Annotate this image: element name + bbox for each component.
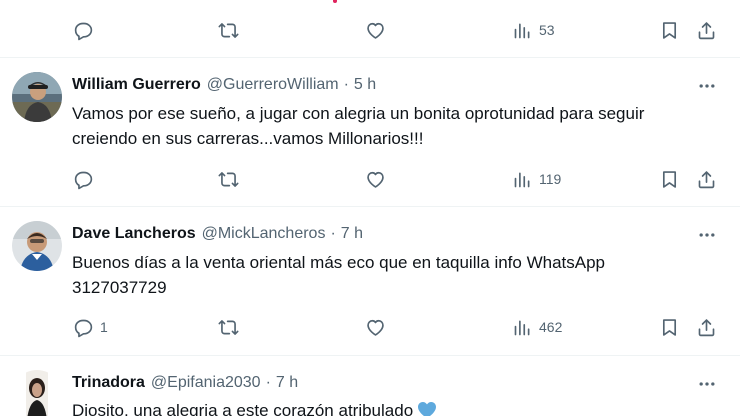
tweet-text-line: Buenos días a la venta oriental más eco … [72, 253, 606, 272]
tweet-text-line: Vamos por ese sueño, a jugar con alegria… [72, 104, 645, 123]
reply-icon [74, 22, 93, 40]
bookmark-icon [662, 21, 677, 39]
avatar[interactable] [12, 221, 62, 271]
share-icon [698, 170, 715, 188]
action-bar-top: 53 [0, 16, 740, 44]
views-count: 462 [539, 319, 563, 335]
views-icon [514, 320, 530, 335]
views-icon [514, 172, 530, 187]
tweet-text-line: 3127037729 [72, 278, 167, 297]
share-button[interactable] [696, 313, 717, 341]
action-bar: 1 462 [0, 313, 740, 341]
display-name[interactable]: Dave Lancheros [72, 225, 196, 243]
repost-button[interactable] [218, 313, 245, 341]
action-bar: 119 [0, 165, 740, 193]
reply-button[interactable] [73, 165, 100, 193]
reply-button[interactable] [73, 16, 100, 44]
tweet-header: Trinadora @Epifania2030 · 7 h [72, 372, 298, 394]
tweet-text-line: creiendo en sus carreras...vamos Millona… [72, 129, 424, 148]
user-handle[interactable]: @Epifania2030 [151, 374, 261, 392]
more-icon [699, 382, 715, 386]
repost-icon [218, 22, 239, 38]
reply-count: 1 [100, 319, 108, 335]
reply-icon [74, 171, 93, 189]
tweet-dave-lancheros[interactable]: Dave Lancheros @MickLancheros · 7 h Buen… [0, 207, 740, 355]
tweet-text: Buenos días a la venta oriental más eco … [72, 250, 732, 300]
bookmark-icon [662, 170, 677, 188]
timestamp[interactable]: 7 h [341, 225, 363, 243]
separator-dot: · [343, 76, 349, 93]
more-options-button[interactable] [694, 75, 720, 97]
timestamp[interactable]: 5 h [354, 76, 376, 94]
repost-button[interactable] [218, 165, 245, 193]
views-count: 119 [539, 171, 562, 187]
bookmark-icon [662, 318, 677, 336]
timestamp[interactable]: 7 h [276, 374, 298, 392]
share-icon [698, 318, 715, 336]
share-button[interactable] [696, 165, 717, 193]
views-icon [514, 23, 530, 38]
user-handle[interactable]: @MickLancheros [202, 225, 326, 243]
share-button[interactable] [696, 16, 717, 44]
separator-dot: · [330, 225, 336, 242]
views-button[interactable]: 119 [512, 165, 561, 193]
heart-icon [367, 22, 384, 39]
tweet-william-guerrero[interactable]: William Guerrero @GuerreroWilliam · 5 h … [0, 58, 740, 206]
reply-button[interactable]: 1 [73, 313, 108, 341]
tweet-trinadora[interactable]: Trinadora @Epifania2030 · 7 h Diosito, u… [0, 356, 740, 416]
bookmark-button[interactable] [659, 313, 680, 341]
like-button[interactable] [365, 165, 392, 193]
reply-icon [74, 319, 93, 337]
tweet-text: Diosito, una alegria a este corazón atri… [72, 398, 732, 416]
heart-icon [367, 171, 384, 188]
like-button[interactable] [365, 16, 392, 44]
avatar[interactable] [12, 72, 62, 122]
tweet-text-content: Diosito, una alegria a este corazón atri… [72, 401, 414, 416]
tweet-header: William Guerrero @GuerreroWilliam · 5 h [72, 74, 376, 96]
avatar[interactable] [12, 370, 62, 416]
tweet-text: Vamos por ese sueño, a jugar con alegria… [72, 101, 732, 151]
repost-icon [218, 319, 239, 335]
separator-dot: · [265, 374, 271, 391]
more-icon [699, 233, 715, 237]
more-icon [699, 84, 715, 88]
tweet-text-line: Diosito, una alegria a este corazón atri… [72, 398, 732, 416]
views-count: 53 [539, 22, 555, 38]
repost-button[interactable] [218, 16, 245, 44]
share-icon [698, 21, 715, 39]
display-name[interactable]: William Guerrero [72, 76, 201, 94]
repost-icon [218, 171, 239, 187]
views-button[interactable]: 53 [512, 16, 555, 44]
bookmark-button[interactable] [659, 165, 680, 193]
display-name[interactable]: Trinadora [72, 374, 145, 392]
notification-marker [333, 0, 337, 3]
tweet-header: Dave Lancheros @MickLancheros · 7 h [72, 223, 363, 245]
like-button[interactable] [365, 313, 392, 341]
user-handle[interactable]: @GuerreroWilliam [207, 76, 339, 94]
timeline-feed: 53 William Guerrero @GuerreroWilliam · 5… [0, 0, 740, 416]
bookmark-button[interactable] [659, 16, 680, 44]
blue-heart-emoji-icon [418, 401, 437, 416]
views-button[interactable]: 462 [512, 313, 562, 341]
more-options-button[interactable] [694, 224, 720, 246]
more-options-button[interactable] [694, 373, 720, 395]
heart-icon [367, 319, 384, 336]
